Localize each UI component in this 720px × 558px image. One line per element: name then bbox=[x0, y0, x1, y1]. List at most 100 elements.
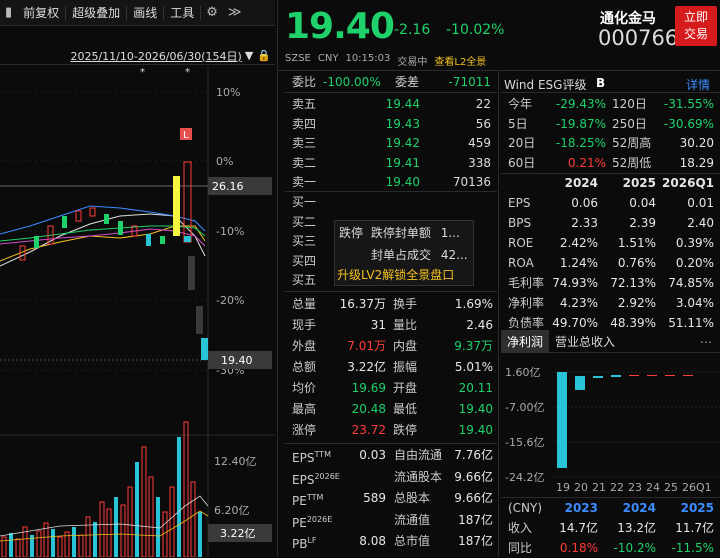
stat-value: 20.11 bbox=[458, 381, 493, 395]
weicha-label: 委差 bbox=[395, 75, 420, 89]
tab-net-profit[interactable]: 净利润 bbox=[501, 330, 550, 353]
ask-price: 19.41 bbox=[385, 155, 420, 170]
rev-cell: -11.5% bbox=[671, 541, 714, 555]
wind-esg-row: Wind ESG评级 B 详情 bbox=[501, 74, 720, 93]
chart-toolbar: ▮ 前复权 超级叠加 画线 工具 ⚙ ≫ bbox=[0, 0, 275, 26]
detail-link[interactable]: 详情 bbox=[686, 76, 710, 93]
stat-label: 现手 bbox=[292, 318, 317, 332]
fund-label-sup: TTM bbox=[314, 450, 331, 459]
profit-bar-19 bbox=[557, 372, 567, 468]
bid-row[interactable]: 买三 bbox=[285, 231, 497, 251]
fund-label-sup: LF bbox=[307, 536, 317, 545]
vol-label-1: 12.40亿 bbox=[214, 455, 257, 468]
ask-row[interactable]: 卖二 19.41 338 bbox=[285, 153, 497, 173]
ask-row[interactable]: 卖三 19.42 459 bbox=[285, 133, 497, 153]
profit-x-label: 25 bbox=[664, 481, 678, 494]
stat-label: 量比 bbox=[393, 318, 418, 332]
profit-y-3: -15.6亿 bbox=[505, 436, 544, 449]
rev-row-label: 同比 bbox=[508, 541, 533, 555]
toolbar-overlay-button[interactable]: 超级叠加 bbox=[66, 5, 128, 20]
fin-header: 2025 bbox=[622, 176, 656, 190]
fund-label-sup: 2026E bbox=[306, 514, 333, 524]
perf-label: 今年 bbox=[508, 97, 533, 111]
l2-link[interactable]: 查看L2全景 bbox=[434, 53, 486, 68]
toolbar-draw-button[interactable]: 画线 bbox=[127, 5, 165, 20]
ask-volume: 70136 bbox=[452, 175, 491, 189]
stat-label: 涨停 bbox=[292, 423, 317, 437]
candle bbox=[184, 236, 191, 242]
fund-value: 0.03 bbox=[359, 448, 386, 462]
fin-row-label: EPS bbox=[508, 196, 531, 210]
fund-value: 7.76亿 bbox=[454, 448, 493, 462]
fund-label: 总市值 bbox=[394, 534, 431, 548]
bid-row[interactable]: 买二 bbox=[285, 212, 497, 232]
fin-cell: 0.76% bbox=[617, 256, 656, 270]
price-change: -2.16 bbox=[394, 22, 431, 38]
stat-value: 9.37万 bbox=[454, 339, 493, 353]
more-icon[interactable]: ⋯ bbox=[700, 335, 712, 349]
gear-icon[interactable]: ⚙ bbox=[201, 5, 223, 20]
fund-value: 187亿 bbox=[458, 534, 493, 548]
stat-value: 20.48 bbox=[351, 402, 386, 416]
fund-label: PBLF bbox=[292, 530, 317, 552]
fund-label: 流通值 bbox=[394, 512, 431, 527]
ask-row[interactable]: 卖一 19.40 70136 bbox=[285, 172, 497, 192]
volume-bar bbox=[135, 462, 139, 557]
fin-cell: 2.33 bbox=[571, 216, 598, 230]
fund-label-text: PE bbox=[292, 494, 307, 508]
profit-tabs: 净利润 营业总收入 ⋯ bbox=[501, 330, 720, 353]
fund-label: 自由流通 bbox=[394, 448, 443, 462]
kline-chart[interactable]: 10% 0% -10% -20% -30% * * 26.16 19.40 L bbox=[0, 66, 275, 557]
stat-label: 内盘 bbox=[393, 339, 418, 353]
price-tag-current-text: 19.40 bbox=[221, 354, 253, 367]
toolbar-tools-button[interactable]: 工具 bbox=[164, 5, 202, 20]
ask-row[interactable]: 卖五 19.44 22 bbox=[285, 94, 497, 114]
fin-cell: 0.39% bbox=[675, 236, 714, 250]
stat-label: 均价 bbox=[292, 381, 317, 395]
fund-label: PETTM bbox=[292, 487, 323, 509]
stat-label: 最低 bbox=[393, 402, 418, 416]
dropdown-arrow-icon[interactable]: ▼ bbox=[245, 49, 253, 62]
trade-btn-line1: 立即 bbox=[683, 10, 708, 24]
stock-name: 通化金马 bbox=[600, 11, 656, 27]
tab-revenue[interactable]: 营业总收入 bbox=[549, 333, 621, 350]
net-profit-chart[interactable]: 1.60亿 -7.00亿 -15.6亿 -24.2亿 19 20 21 22 23 24 2… bbox=[501, 354, 720, 494]
toolbar-adjust-button[interactable]: 前复权 bbox=[17, 5, 67, 20]
y-label-0: 0% bbox=[216, 155, 233, 168]
collapse-icon[interactable]: ≫ bbox=[223, 5, 247, 20]
candle bbox=[118, 221, 123, 235]
volume-bar bbox=[114, 497, 118, 557]
stat-value: 5.01% bbox=[454, 360, 493, 374]
stat-value: 23.72 bbox=[351, 423, 386, 437]
rev-cell: 14.7亿 bbox=[559, 521, 598, 535]
weibi-row: 委比 -100.00% 委差 -71011 bbox=[285, 72, 497, 92]
rev-cell: 13.2亿 bbox=[617, 521, 656, 535]
bid-row[interactable]: 买五 bbox=[285, 270, 497, 290]
lock-icon[interactable]: 🔒 bbox=[257, 49, 271, 62]
ask-row[interactable]: 卖四 19.43 56 bbox=[285, 114, 497, 134]
perf-label: 120日 bbox=[612, 97, 647, 111]
y-label-m10: -10% bbox=[216, 225, 244, 238]
profit-y-4: -24.2亿 bbox=[505, 471, 544, 484]
ask-volume: 56 bbox=[475, 116, 491, 131]
rev-cell: 11.7亿 bbox=[675, 521, 714, 535]
profit-y-1: 1.60亿 bbox=[505, 366, 541, 379]
candle bbox=[201, 338, 208, 360]
fund-label: PE2026E bbox=[292, 509, 332, 531]
rev-header: 2025 bbox=[680, 501, 714, 515]
stat-value: 2.46 bbox=[466, 318, 493, 332]
vol-label-2: 6.20亿 bbox=[214, 504, 250, 517]
rev-cell: -10.2% bbox=[613, 541, 656, 555]
bid-row[interactable]: 买一 bbox=[285, 192, 497, 212]
fund-label-text: PB bbox=[292, 537, 308, 551]
volume-bar bbox=[198, 512, 202, 557]
date-range-label[interactable]: 2025/11/10-2026/06/30(154日) bbox=[70, 48, 241, 64]
bid-row[interactable]: 买四 bbox=[285, 251, 497, 271]
ask-price: 19.42 bbox=[385, 136, 420, 150]
profit-bar-23 bbox=[629, 375, 639, 376]
stat-value: 1.69% bbox=[454, 297, 493, 311]
trade-now-button[interactable]: 立即 交易 bbox=[675, 6, 717, 46]
fund-value: 9.66亿 bbox=[454, 491, 493, 505]
fin-cell: 51.11% bbox=[668, 316, 714, 330]
panel-icon[interactable]: ▮ bbox=[0, 5, 17, 20]
